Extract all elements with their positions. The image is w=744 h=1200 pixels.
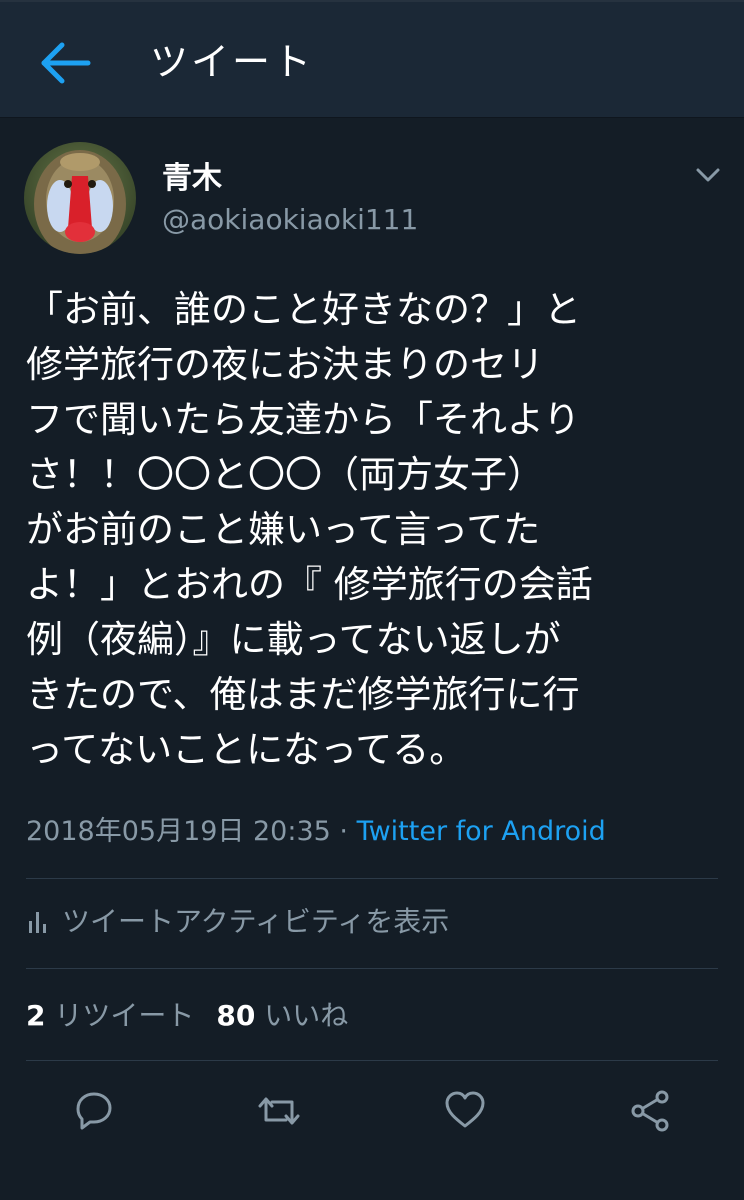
page-title: ツイート xyxy=(150,40,315,84)
tweet-timestamp: 2018年05月19日 20:35 xyxy=(26,816,331,847)
share-icon xyxy=(631,1090,669,1132)
divider xyxy=(26,1060,718,1061)
activity-label: ツイートアクティビティを表示 xyxy=(62,905,450,938)
share-button[interactable] xyxy=(628,1088,674,1134)
author-handle[interactable]: @aokiaokiaoki111 xyxy=(162,202,418,238)
retweet-label[interactable]: リツイート xyxy=(54,999,194,1032)
tweet-activity-link[interactable]: ツイートアクティビティを表示 xyxy=(26,900,449,944)
top-app-bar: ツイート xyxy=(0,0,744,118)
chevron-down-icon xyxy=(696,168,720,182)
tweet-options-button[interactable] xyxy=(694,164,722,186)
tweet-meta: 2018年05月19日 20:35 · Twitter for Android xyxy=(26,812,606,852)
tweet-text: 「お前、誰のこと好きなの？」と 修学旅行の夜にお決まりのセリ フで聞いたら友達か… xyxy=(26,288,593,771)
like-button[interactable] xyxy=(442,1088,488,1134)
author-display-name[interactable]: 青木 xyxy=(162,160,222,198)
heart-icon xyxy=(445,1091,485,1128)
retweet-button[interactable] xyxy=(256,1088,302,1134)
retweet-icon xyxy=(258,1097,300,1125)
bar-chart-icon xyxy=(29,912,46,933)
reply-button[interactable] xyxy=(70,1088,116,1134)
reply-icon xyxy=(76,1092,112,1130)
mandrill-avatar-icon xyxy=(24,142,136,254)
tweet-source-link[interactable]: Twitter for Android xyxy=(357,816,606,847)
avatar[interactable] xyxy=(24,142,136,254)
tweet-detail-screen: ツイート 青木 @aokiaokiaoki111 「お前、誰のこと好きなの？」と… xyxy=(0,0,744,1200)
divider xyxy=(26,878,718,879)
back-button[interactable] xyxy=(40,40,92,86)
meta-separator: · xyxy=(330,816,357,847)
like-count[interactable]: 80 xyxy=(216,999,255,1032)
arrow-left-icon xyxy=(41,42,91,84)
divider xyxy=(26,968,718,969)
retweet-count[interactable]: 2 xyxy=(26,999,45,1032)
like-label[interactable]: いいね xyxy=(264,999,348,1032)
engagement-counts: 2 リツイート 80 いいね xyxy=(26,994,348,1038)
